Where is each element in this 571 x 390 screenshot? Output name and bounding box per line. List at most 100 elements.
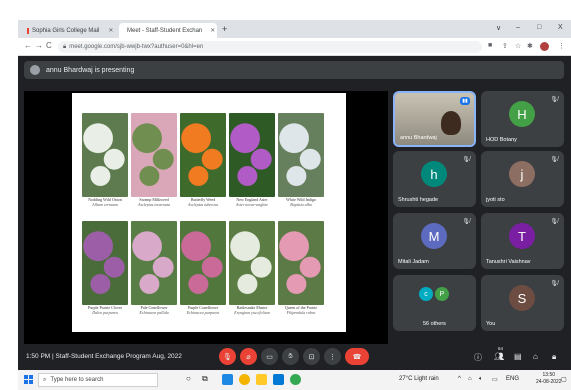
mic-off-icon: 🎙︎̸ xyxy=(550,157,558,163)
plant-scientific-name: Eryngium yuccifolium xyxy=(234,310,270,315)
plant-scientific-name: Asclepias tuberosa xyxy=(187,202,219,207)
bookmark-star-icon[interactable]: ☆ xyxy=(515,42,521,50)
battery-icon[interactable]: ▭ xyxy=(492,376,498,383)
maximize-button[interactable]: □ xyxy=(537,24,541,31)
chrome-icon[interactable] xyxy=(239,374,250,385)
people-icon[interactable]: 👥︎ xyxy=(494,352,504,361)
new-tab-button[interactable]: + xyxy=(222,24,227,34)
participant-avatar: M xyxy=(421,223,447,249)
plant-photo xyxy=(229,113,275,197)
plant-photo xyxy=(229,221,275,305)
presenting-banner: annu Bhardwaj is presenting xyxy=(24,61,564,79)
plant-card: New England Aster Aster novae-angliae xyxy=(229,113,275,207)
raise-hand-button[interactable]: ✋︎ xyxy=(282,348,299,365)
system-clock[interactable]: 13:50 24-08-2022 xyxy=(536,372,562,386)
screen: Sophia Girls College Mail ✕ Meet - Staff… xyxy=(18,20,571,390)
address-bar: ← → C 🔒︎ meet.google.com/sjb-wwjb-twx?au… xyxy=(18,38,571,56)
tab-gmail[interactable]: Sophia Girls College Mail ✕ xyxy=(22,23,118,38)
host-controls-icon[interactable]: 🔒︎ xyxy=(552,352,556,362)
plant-photo xyxy=(180,113,226,197)
participant-tile[interactable]: 🎙︎̸ j jyoti sto xyxy=(481,151,564,207)
plant-photo xyxy=(82,113,128,197)
volume-icon[interactable]: 🔈︎ xyxy=(479,376,483,383)
task-view-icon[interactable]: ⧉ xyxy=(202,374,208,384)
plant-scientific-name: Allium cernuum xyxy=(92,202,118,207)
close-icon[interactable]: ✕ xyxy=(210,27,215,34)
plant-card: Rattlesnake Master Eryngium yuccifolium xyxy=(229,221,275,315)
tab-meet[interactable]: Meet - Staff-Student Exchan ✕ xyxy=(119,23,217,38)
language-indicator[interactable]: ENG xyxy=(506,376,519,382)
people-count: 64 xyxy=(498,346,504,351)
plant-photo xyxy=(180,221,226,305)
participant-tile-others[interactable]: c P 56 others xyxy=(393,275,476,331)
chat-icon[interactable]: ▤ xyxy=(514,352,522,361)
windows-taskbar: ⌕ Type here to search ○ ⧉ 27°C Light rai… xyxy=(18,370,571,390)
taskbar-search[interactable]: ⌕ Type here to search xyxy=(38,373,158,387)
activities-icon[interactable]: ⌂ xyxy=(533,352,538,361)
share-icon[interactable]: ⇪ xyxy=(502,42,508,50)
extensions-icon[interactable]: ✱ xyxy=(527,42,533,50)
camera-toggle-button[interactable]: ⌀ xyxy=(240,348,257,365)
presentation-stage[interactable]: Nodding Wild Onion Allium cernuum Swamp Mi… xyxy=(24,91,388,344)
participant-avatar: j xyxy=(509,161,535,187)
plant-card: Nodding Wild Onion Allium cernuum xyxy=(82,113,128,207)
close-icon[interactable]: ✕ xyxy=(108,27,113,34)
mic-off-icon: 🎙︎̸ xyxy=(550,281,558,287)
cortana-icon[interactable]: ○ xyxy=(186,374,191,383)
lock-icon: 🔒︎ xyxy=(63,43,67,50)
participant-tile-self[interactable]: 🎙︎̸ S You xyxy=(481,275,564,331)
meet-app-icon[interactable] xyxy=(290,374,301,385)
present-button[interactable]: ⊡ xyxy=(303,348,320,365)
url-text: meet.google.com/sjb-wwjb-twx?authuser=0&… xyxy=(69,44,204,50)
menu-icon[interactable]: ⋮ xyxy=(558,42,565,50)
plant-card: Pale Coneflower Echinacea pallida xyxy=(131,221,177,315)
participant-name: You xyxy=(486,321,496,327)
plant-card: Queen of the Prairie Filipendula rubra xyxy=(278,221,324,315)
notifications-icon[interactable]: ▢ xyxy=(561,376,567,383)
meeting-time: 1:50 PM xyxy=(26,353,51,360)
participant-tile[interactable]: 🎙︎̸ T Tanushri Vaishnav xyxy=(481,213,564,269)
participant-tile[interactable]: 🎙︎̸ M Mitali Jadam xyxy=(393,213,476,269)
windows-start-icon[interactable] xyxy=(24,375,33,384)
participant-avatar: P xyxy=(435,287,449,301)
plant-photo xyxy=(278,113,324,197)
info-icon[interactable]: ⓘ xyxy=(474,352,482,363)
url-field[interactable]: 🔒︎ meet.google.com/sjb-wwjb-twx?authuser… xyxy=(58,41,482,53)
captions-button[interactable]: ▭ xyxy=(261,348,278,365)
store-icon[interactable] xyxy=(273,374,284,385)
more-options-button[interactable]: ⋮ xyxy=(324,348,341,365)
meeting-name: Staff-Student Exchange Program Aug, 2022 xyxy=(55,353,182,360)
browser-tab-bar: Sophia Girls College Mail ✕ Meet - Staff… xyxy=(18,20,571,38)
participant-avatar: T xyxy=(509,223,535,249)
plant-card: Swamp Milkweed Asclepias incarnata xyxy=(131,113,177,207)
close-window-button[interactable]: X xyxy=(558,24,563,31)
tab-label: Sophia Girls College Mail xyxy=(32,27,100,34)
search-icon: ⌕ xyxy=(43,376,47,383)
participant-tile-presenter[interactable]: ▮▮ annu Bhardwaj xyxy=(393,91,476,147)
mic-toggle-button[interactable]: 🎙︎ xyxy=(219,348,236,365)
forward-button[interactable]: → xyxy=(35,41,43,50)
leave-call-button[interactable]: ☎︎ xyxy=(345,348,369,365)
more-vert-icon: ⋮ xyxy=(329,353,336,361)
plant-scientific-name: Asclepias incarnata xyxy=(138,202,170,207)
presenter-avatar xyxy=(30,65,40,75)
plant-photo xyxy=(131,221,177,305)
plant-scientific-name: Echinacea purpurea xyxy=(186,310,220,315)
participant-tile[interactable]: 🎙︎̸ H HOD Botany xyxy=(481,91,564,147)
back-button[interactable]: ← xyxy=(24,41,32,50)
minimize-button[interactable]: – xyxy=(516,24,520,31)
plant-card: Purple Prairie Clover Dalea purpurea xyxy=(82,221,128,315)
plant-scientific-name: Baptisia alba xyxy=(290,202,312,207)
weather-status[interactable]: 27°C Light rain xyxy=(399,376,439,382)
captions-icon: ▭ xyxy=(266,353,273,361)
participant-tile[interactable]: 🎙︎̸ h Shrushti hegade xyxy=(393,151,476,207)
profile-avatar[interactable] xyxy=(540,42,549,51)
file-explorer-icon[interactable] xyxy=(256,374,267,385)
tab-search-icon[interactable]: ∨ xyxy=(496,24,501,32)
plant-scientific-name: Echinacea pallida xyxy=(139,310,169,315)
network-icon[interactable]: ⌂ xyxy=(468,376,472,382)
reload-button[interactable]: C xyxy=(46,41,52,50)
camera-icon[interactable]: ■ xyxy=(488,42,492,49)
tray-overflow-icon[interactable]: ^ xyxy=(458,376,461,382)
edge-icon[interactable] xyxy=(222,374,233,385)
